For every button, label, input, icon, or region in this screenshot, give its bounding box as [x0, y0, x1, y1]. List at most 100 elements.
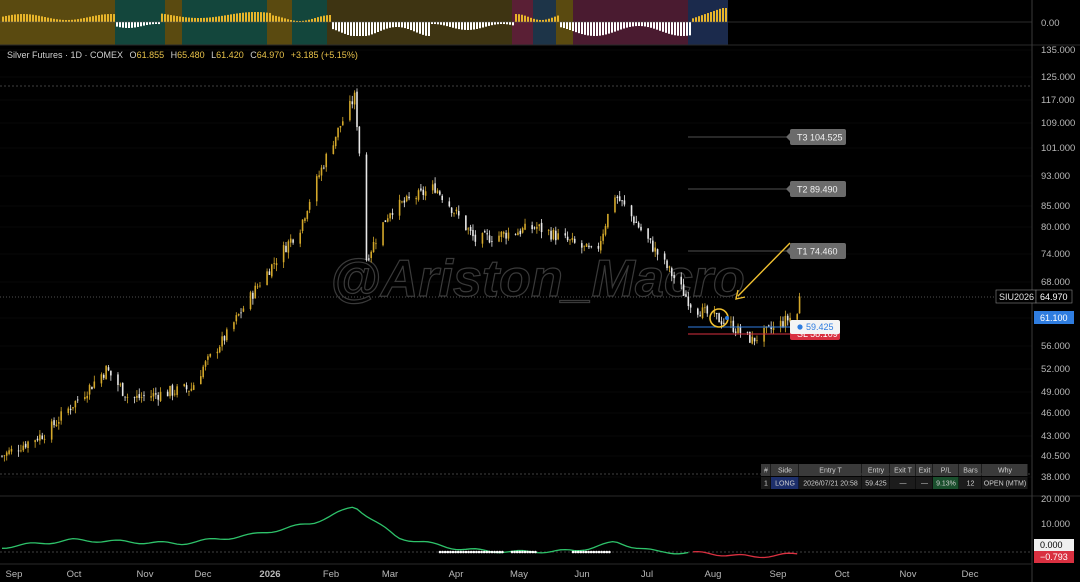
- candle-body: [533, 227, 536, 229]
- candle-body: [140, 397, 143, 398]
- histogram-bar: [557, 15, 559, 22]
- candle-body: [308, 201, 311, 210]
- histogram-bar: [689, 22, 691, 36]
- histogram-bar: [239, 13, 241, 22]
- histogram-bar: [590, 22, 592, 36]
- table-cell-text: 2026/07/21 20:58: [803, 481, 858, 488]
- y-tick-label: 135.000: [1041, 45, 1075, 56]
- histogram-bar: [185, 17, 187, 22]
- histogram-bar: [566, 22, 568, 29]
- candle-body: [607, 213, 609, 228]
- histogram-bar: [518, 14, 520, 22]
- candle-body: [273, 263, 275, 265]
- candle-body: [720, 321, 723, 325]
- histogram-bar: [215, 16, 217, 22]
- candle-body: [531, 225, 533, 230]
- histogram-bar: [641, 22, 643, 27]
- candle-body: [150, 396, 152, 398]
- histogram-bar: [581, 22, 583, 35]
- oscillator-zero-dot: [462, 550, 465, 554]
- oscillator-zero-dot: [513, 550, 516, 554]
- candle-body: [8, 450, 10, 454]
- histogram-bar: [119, 22, 121, 28]
- histogram-bar: [353, 22, 355, 36]
- watermark: @Ariston_Macro: [330, 250, 745, 308]
- histogram-bar: [578, 22, 580, 34]
- oscillator-zero-dot: [579, 550, 583, 554]
- histogram-bar: [722, 8, 724, 22]
- candle-body: [524, 223, 526, 230]
- candle-body: [216, 351, 219, 354]
- histogram-bar: [386, 22, 388, 29]
- candle-body: [701, 307, 704, 319]
- candle-body: [86, 395, 88, 399]
- histogram-bar: [176, 16, 178, 22]
- histogram-bar: [224, 15, 226, 22]
- candle-body: [282, 245, 285, 263]
- x-tick-label: Apr: [449, 569, 464, 580]
- chart-canvas[interactable]: @Ariston_Macro Silver Futures · 1D · COM…: [0, 0, 1080, 582]
- candle-body: [342, 121, 344, 126]
- table-header-text: Entry T: [819, 468, 842, 475]
- histogram-bar: [194, 17, 196, 22]
- histogram-bar: [587, 22, 589, 36]
- oscillator-zero-dot: [475, 550, 478, 554]
- histogram-bar: [524, 15, 526, 22]
- candle-body: [22, 445, 25, 451]
- histogram-bar: [347, 22, 349, 35]
- candle-body: [183, 384, 186, 387]
- candle-body: [365, 154, 368, 261]
- histogram-bar: [191, 17, 193, 22]
- histogram-bar: [116, 22, 118, 27]
- histogram-bar: [308, 19, 310, 22]
- table-cell-text: 59.425: [865, 481, 887, 488]
- candle-body: [176, 386, 178, 395]
- candle-body: [69, 408, 72, 411]
- candle-body: [431, 184, 434, 191]
- histogram-bar: [617, 22, 619, 31]
- histogram-bar: [383, 22, 385, 30]
- histogram-bar: [338, 22, 340, 32]
- y-tick-label: 68.000: [1041, 277, 1070, 288]
- histogram-bar: [269, 12, 271, 22]
- last-price-text: 64.970: [1040, 292, 1068, 302]
- histogram-bar: [152, 22, 154, 25]
- histogram-bar: [548, 18, 550, 22]
- candle-body: [320, 167, 323, 176]
- histogram-bar: [125, 22, 127, 28]
- histogram-bar: [719, 8, 721, 22]
- table-cell-text: 12: [967, 481, 975, 488]
- candle-body: [424, 191, 427, 196]
- histogram-bar: [683, 22, 685, 36]
- oscillator-zero-dot: [592, 550, 596, 554]
- candle-body: [304, 218, 306, 221]
- histogram-bar: [251, 12, 253, 22]
- candle-body: [226, 329, 228, 341]
- table-header-text: Bars: [963, 468, 978, 475]
- price-axis[interactable]: 135.000 125.000 117.000 109.000 101.000 93.00…: [1041, 45, 1075, 483]
- candle-body: [441, 195, 443, 201]
- histogram-bar: [377, 22, 379, 32]
- histogram-bar: [92, 16, 94, 22]
- oscillator-zero-dot: [608, 550, 611, 554]
- histogram-bar: [509, 22, 511, 25]
- oscillator-zero-dot: [515, 550, 519, 554]
- candle-body: [389, 213, 391, 219]
- candle-body: [498, 235, 500, 242]
- histogram-bar: [53, 18, 55, 22]
- histogram-bar: [368, 22, 370, 36]
- histogram-bar: [461, 22, 463, 30]
- histogram-bar: [233, 13, 235, 22]
- candle-body: [536, 226, 538, 229]
- time-axis[interactable]: Sep Oct Nov Dec 2026 Feb Mar Apr May Jun Jul Aug Sep…: [6, 569, 979, 580]
- candle-body: [652, 240, 654, 252]
- candle-body: [382, 222, 384, 246]
- histogram-bar: [554, 16, 556, 22]
- oscillator-zero-dot: [482, 550, 486, 554]
- histogram-bar: [623, 22, 625, 29]
- candle-body: [259, 285, 261, 287]
- candle-body: [332, 145, 335, 155]
- histogram-bar: [41, 16, 43, 22]
- histogram-bar: [317, 17, 319, 22]
- candle-body: [138, 394, 141, 398]
